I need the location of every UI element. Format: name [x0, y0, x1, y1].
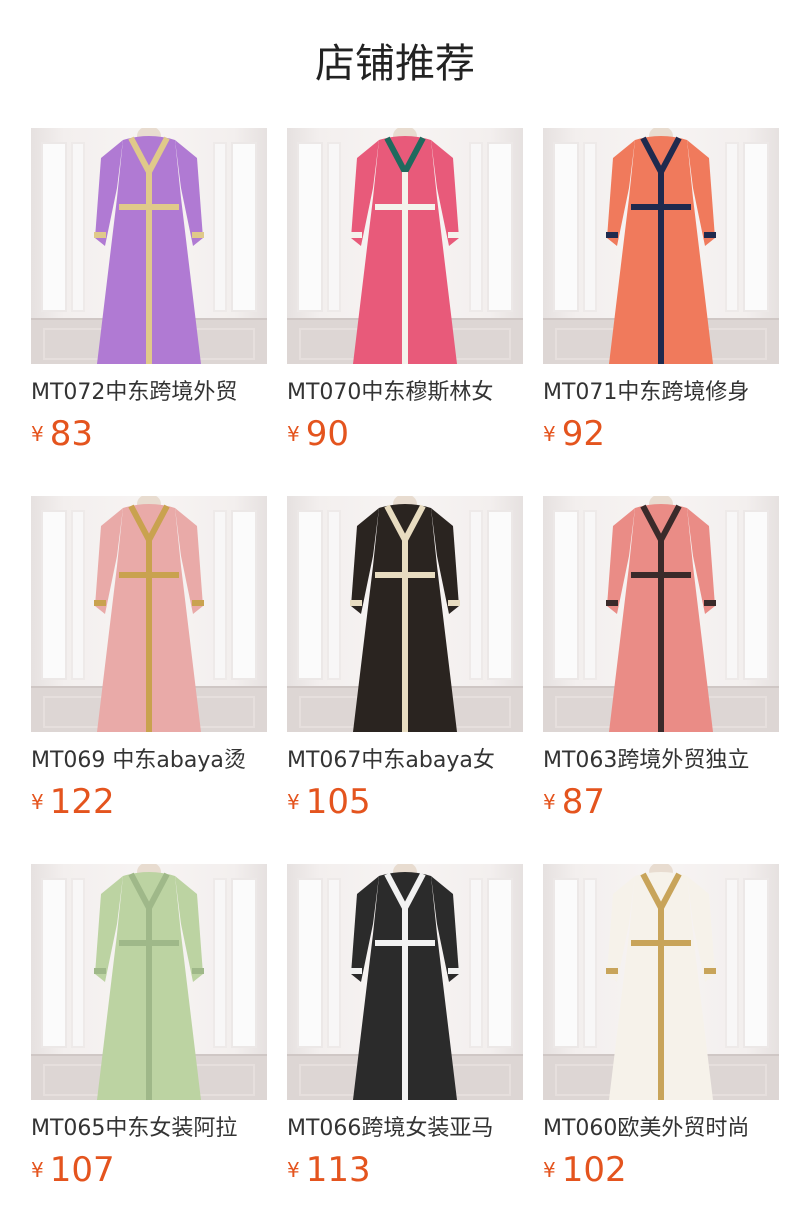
product-price: ¥122 — [31, 782, 267, 822]
price-value: 113 — [305, 1150, 371, 1190]
currency-symbol: ¥ — [543, 422, 556, 446]
price-value: 102 — [561, 1150, 627, 1190]
product-price: ¥113 — [287, 1150, 523, 1190]
dress-photo — [606, 128, 716, 364]
price-value: 87 — [561, 782, 605, 822]
product-card[interactable]: MT060欧美外贸时尚 ¥102 — [543, 864, 779, 1190]
dress-photo — [350, 496, 460, 732]
currency-symbol: ¥ — [543, 1158, 556, 1182]
dress-photo — [350, 864, 460, 1100]
product-name[interactable]: MT070中东穆斯林女 — [287, 378, 523, 408]
currency-symbol: ¥ — [287, 790, 300, 814]
product-card[interactable]: MT065中东女装阿拉 ¥107 — [31, 864, 267, 1190]
dress-photo — [94, 496, 204, 732]
price-value: 105 — [305, 782, 371, 822]
product-name[interactable]: MT060欧美外贸时尚 — [543, 1114, 779, 1144]
product-card[interactable]: MT072中东跨境外贸 ¥83 — [31, 128, 267, 454]
product-image[interactable] — [543, 128, 779, 364]
product-price: ¥105 — [287, 782, 523, 822]
price-value: 122 — [49, 782, 115, 822]
price-value: 90 — [305, 414, 349, 454]
product-name[interactable]: MT069 中东abaya烫 — [31, 746, 267, 776]
product-name[interactable]: MT071中东跨境修身 — [543, 378, 779, 408]
dress-photo — [94, 128, 204, 364]
product-image[interactable] — [287, 496, 523, 732]
product-name[interactable]: MT065中东女装阿拉 — [31, 1114, 267, 1144]
price-value: 83 — [49, 414, 93, 454]
currency-symbol: ¥ — [31, 1158, 44, 1182]
product-image[interactable] — [287, 128, 523, 364]
dress-photo — [94, 864, 204, 1100]
product-name[interactable]: MT066跨境女装亚马 — [287, 1114, 523, 1144]
dress-photo — [350, 128, 460, 364]
product-card[interactable]: MT070中东穆斯林女 ¥90 — [287, 128, 523, 454]
price-value: 107 — [49, 1150, 115, 1190]
dress-photo — [606, 864, 716, 1100]
product-image[interactable] — [31, 864, 267, 1100]
currency-symbol: ¥ — [287, 422, 300, 446]
product-price: ¥90 — [287, 414, 523, 454]
product-card[interactable]: MT071中东跨境修身 ¥92 — [543, 128, 779, 454]
currency-symbol: ¥ — [31, 422, 44, 446]
currency-symbol: ¥ — [31, 790, 44, 814]
product-name[interactable]: MT072中东跨境外贸 — [31, 378, 267, 408]
product-grid: MT072中东跨境外贸 ¥83 MT070中东穆斯林女 ¥90 MT071中东跨… — [0, 0, 790, 1232]
product-card[interactable]: MT066跨境女装亚马 ¥113 — [287, 864, 523, 1190]
product-price: ¥83 — [31, 414, 267, 454]
product-image[interactable] — [31, 128, 267, 364]
product-price: ¥87 — [543, 782, 779, 822]
product-card[interactable]: MT067中东abaya女 ¥105 — [287, 496, 523, 822]
currency-symbol: ¥ — [543, 790, 556, 814]
product-price: ¥102 — [543, 1150, 779, 1190]
product-image[interactable] — [543, 864, 779, 1100]
product-image[interactable] — [31, 496, 267, 732]
product-image[interactable] — [543, 496, 779, 732]
product-image[interactable] — [287, 864, 523, 1100]
price-value: 92 — [561, 414, 605, 454]
product-card[interactable]: MT063跨境外贸独立 ¥87 — [543, 496, 779, 822]
currency-symbol: ¥ — [287, 1158, 300, 1182]
product-name[interactable]: MT063跨境外贸独立 — [543, 746, 779, 776]
product-price: ¥107 — [31, 1150, 267, 1190]
product-card[interactable]: MT069 中东abaya烫 ¥122 — [31, 496, 267, 822]
product-name[interactable]: MT067中东abaya女 — [287, 746, 523, 776]
product-price: ¥92 — [543, 414, 779, 454]
dress-photo — [606, 496, 716, 732]
